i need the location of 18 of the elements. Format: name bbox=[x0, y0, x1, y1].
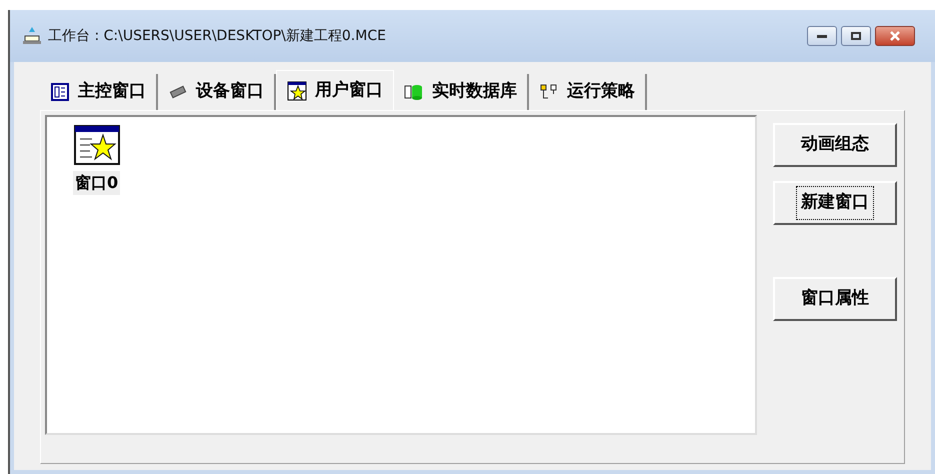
tab[interactable]: 运行策略 bbox=[529, 74, 647, 110]
action-button[interactable]: 动画组态 bbox=[773, 123, 897, 167]
window-title: 工作台 : C:\USERS\USER\DESKTOP\新建工程0.MCE bbox=[48, 26, 386, 46]
database-icon bbox=[404, 82, 424, 102]
panel-icon bbox=[50, 82, 70, 102]
action-button[interactable]: 窗口属性 bbox=[773, 277, 897, 321]
star-window-icon[interactable] bbox=[74, 125, 120, 165]
window-label[interactable]: 窗口0 bbox=[73, 171, 120, 195]
star-window-icon bbox=[287, 80, 307, 100]
workbench-icon bbox=[22, 26, 42, 46]
close-button[interactable] bbox=[875, 26, 915, 46]
tab[interactable]: 实时数据库 bbox=[394, 74, 529, 110]
close-icon bbox=[890, 31, 900, 41]
tab[interactable]: 用户窗口 bbox=[276, 70, 394, 110]
minimize-button[interactable] bbox=[807, 26, 837, 46]
tab[interactable]: 主控窗口 bbox=[40, 74, 158, 110]
action-button[interactable]: 新建窗口 bbox=[773, 181, 897, 225]
maximize-button[interactable] bbox=[841, 26, 871, 46]
